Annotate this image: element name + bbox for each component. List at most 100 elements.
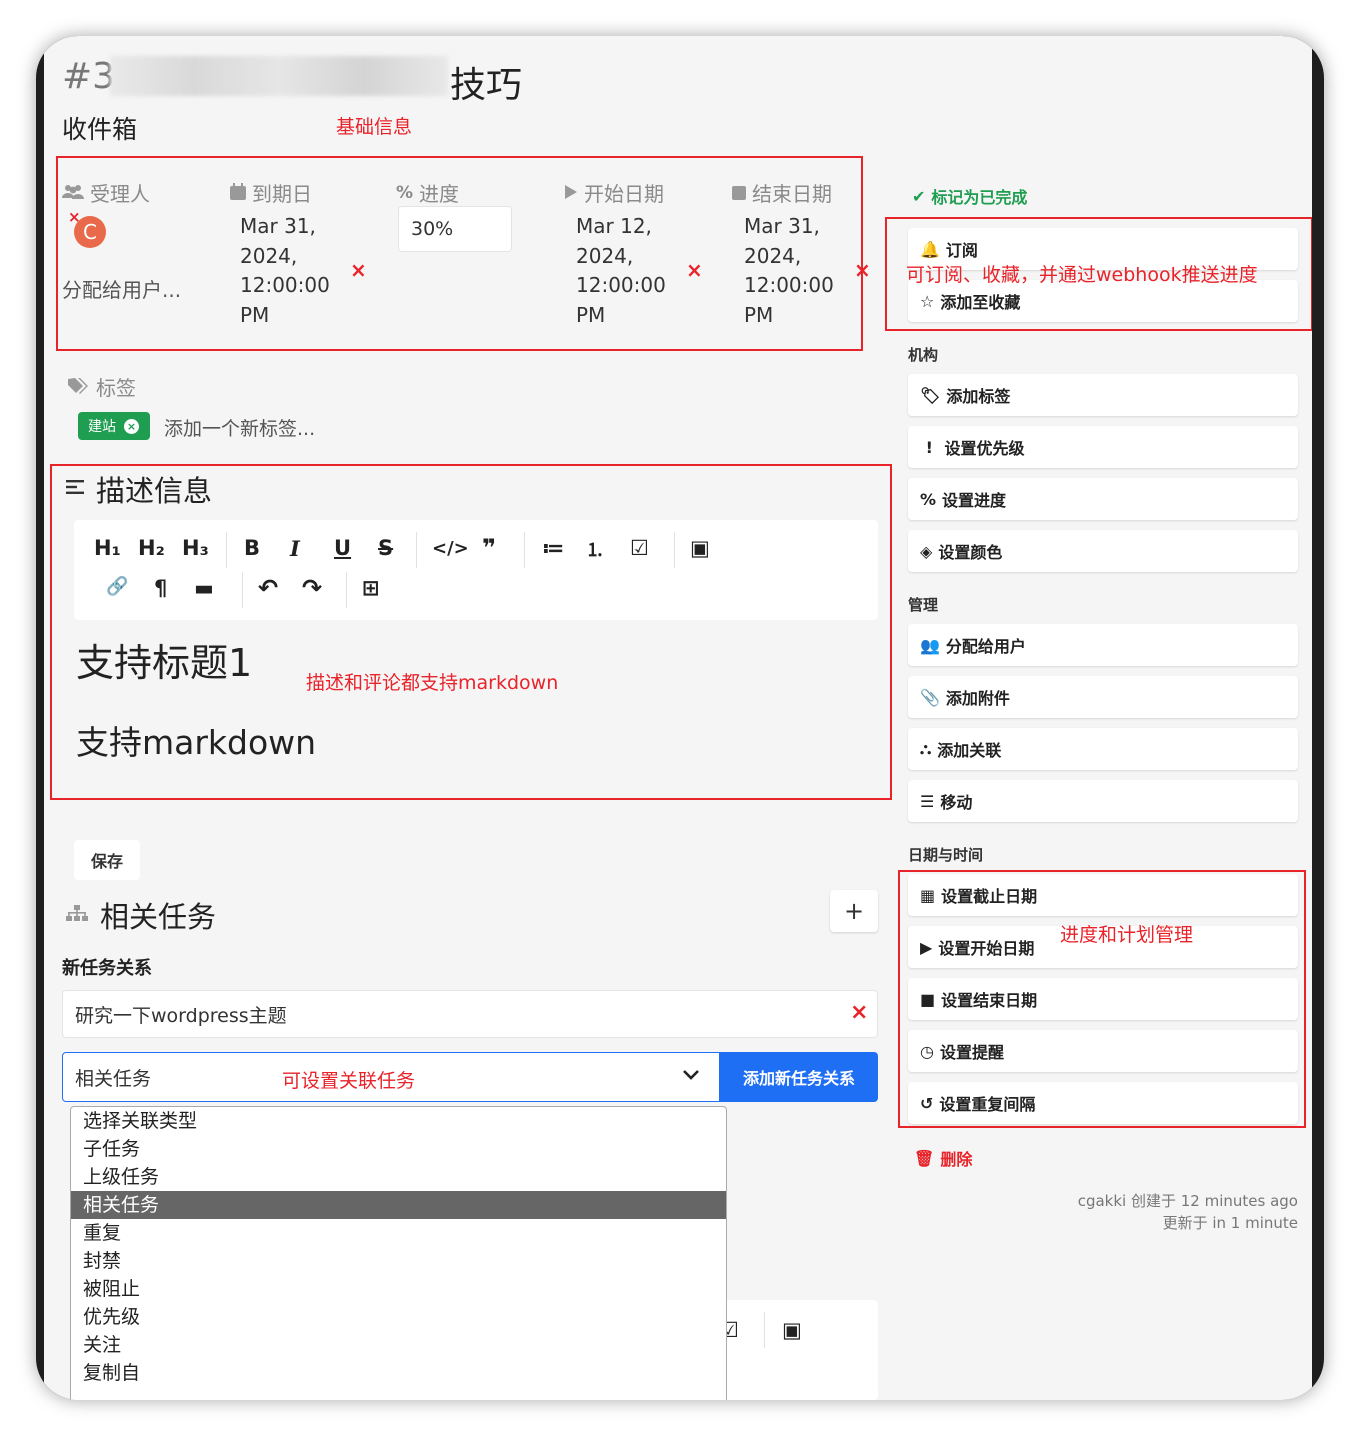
tag-icon: 🏷 [920, 385, 941, 405]
task-search-value: 研究一下wordpress主题 [75, 1004, 287, 1027]
labels-heading: 标签 [68, 372, 136, 401]
blurred-title [110, 56, 448, 96]
mark-done-button[interactable]: ✔ 标记为已完成 [912, 184, 1027, 208]
relation-option[interactable]: 复制自 [71, 1359, 726, 1387]
set-reminder-button[interactable]: ◷ 设置提醒 [908, 1030, 1298, 1072]
paragraph-button[interactable]: ¶ [154, 576, 167, 600]
task-detail-page: #3 技巧 收件箱 基础信息 受理人 C × 分配给用户... 到期日 Mar … [44, 36, 1312, 1400]
relation-option[interactable]: 被阻止 [71, 1275, 726, 1303]
code-button[interactable]: </> [432, 538, 469, 559]
start-value[interactable]: Mar 12, 2024, 12:00:00 PM [576, 212, 666, 330]
progress-input[interactable]: 30% [398, 206, 512, 252]
add-relation-label: 添加关联 [937, 741, 1002, 760]
due-label: 到期日 [252, 182, 312, 206]
remove-assignee-icon[interactable]: × [68, 208, 81, 226]
relation-option[interactable]: 上级任务 [71, 1163, 726, 1191]
stop-icon [732, 181, 746, 205]
heading3-button[interactable]: H₃ [182, 536, 209, 560]
task-list-button[interactable]: ☑ [630, 536, 649, 560]
end-value[interactable]: Mar 31, 2024, 12:00:00 PM [744, 212, 834, 330]
clear-due-icon[interactable]: × [350, 258, 367, 282]
assign-user-label: 分配给用户 [945, 637, 1026, 656]
progress-label: 进度 [419, 182, 460, 206]
editor-paragraph[interactable]: 支持markdown [76, 716, 316, 764]
bullet-list-button[interactable]: ≔ [542, 536, 564, 560]
link-button[interactable]: 🔗 [106, 576, 128, 597]
move-button[interactable]: ☰ 移动 [908, 780, 1298, 822]
table-button[interactable]: ⊞ [362, 576, 380, 600]
image-button[interactable]: ▣ [782, 1318, 802, 1342]
add-label-button[interactable]: 🏷 添加标签 [908, 374, 1298, 416]
set-due-button[interactable]: ▦ 设置截止日期 [908, 874, 1298, 916]
task-title[interactable]: 技巧 [450, 56, 522, 108]
set-end-button[interactable]: ■ 设置结束日期 [908, 978, 1298, 1020]
undo-button[interactable]: ↶ [258, 574, 278, 602]
assign-user-input[interactable]: 分配给用户... [62, 274, 181, 303]
relation-type-value: 相关任务 [75, 1067, 152, 1090]
set-color-button[interactable]: ◈ 设置颜色 [908, 530, 1298, 572]
italic-button[interactable]: I [290, 536, 300, 561]
assign-user-button[interactable]: 👥 分配给用户 [908, 624, 1298, 666]
add-relation-sidebar-button[interactable]: ⛬ 添加关联 [908, 728, 1298, 770]
project-name[interactable]: 收件箱 [62, 110, 137, 146]
relation-option[interactable]: 选择关联类型 [71, 1107, 726, 1135]
add-label-input[interactable]: 添加一个新标签... [164, 414, 315, 441]
horizontal-rule-button[interactable]: ▬ [194, 576, 214, 600]
set-progress-button[interactable]: % 设置进度 [908, 478, 1298, 520]
created-info: cgakki 创建于 12 minutes ago [1077, 1192, 1298, 1210]
percent-icon: % [920, 489, 937, 509]
add-relation-button[interactable]: 添加新任务关系 [720, 1052, 878, 1102]
clear-task-icon[interactable]: × [850, 1000, 868, 1025]
clear-start-icon[interactable]: × [686, 258, 703, 282]
screenshot-frame: #3 技巧 收件箱 基础信息 受理人 C × 分配给用户... 到期日 Mar … [0, 0, 1360, 1436]
image-button[interactable]: ▣ [690, 536, 710, 560]
annotation-schedule: 进度和计划管理 [1060, 924, 1194, 946]
favorite-label: 添加至收藏 [940, 293, 1021, 312]
toolbar-divider [416, 532, 417, 568]
task-search-input[interactable]: 研究一下wordpress主题 [62, 990, 878, 1038]
chevron-down-icon[interactable] [682, 1066, 700, 1085]
save-button[interactable]: 保存 [74, 840, 140, 880]
editor-toolbar: H₁ H₂ H₃ B I U S </> ❞ ≔ ⒈ ☑ ▣ 🔗 ¶ ▬ ↶ ↷… [74, 520, 878, 620]
editor-heading1[interactable]: 支持标题1 [76, 632, 252, 687]
relation-option[interactable]: 重复 [71, 1219, 726, 1247]
relation-option-selected[interactable]: 相关任务 [71, 1191, 726, 1219]
toolbar-divider [524, 532, 525, 568]
set-progress-label: 设置进度 [942, 491, 1007, 510]
clear-end-icon[interactable]: × [854, 258, 871, 282]
redo-button[interactable]: ↷ [302, 574, 322, 602]
delete-button[interactable]: 🗑 删除 [914, 1146, 972, 1170]
history-icon: ↺ [920, 1093, 934, 1113]
relation-option[interactable]: 关注 [71, 1331, 726, 1359]
relation-option[interactable]: 优先级 [71, 1303, 726, 1331]
label-tag[interactable]: 建站 × [78, 412, 150, 440]
annotation-markdown: 描述和评论都支持markdown [306, 672, 559, 694]
percent-icon: % [396, 182, 414, 203]
set-priority-button[interactable]: ! 设置优先级 [908, 426, 1298, 468]
related-title: 相关任务 [100, 900, 217, 934]
subscribe-label: 订阅 [945, 241, 978, 260]
end-label: 结束日期 [752, 182, 832, 206]
play-icon: ▶ [920, 937, 933, 957]
relation-option[interactable]: 封禁 [71, 1247, 726, 1275]
heading2-button[interactable]: H₂ [138, 536, 165, 560]
ordered-list-button[interactable]: ⒈ [586, 536, 604, 562]
add-label-label: 添加标签 [946, 387, 1011, 406]
strikethrough-button[interactable]: S [378, 536, 393, 560]
toolbar-divider [242, 572, 243, 608]
quote-button[interactable]: ❞ [482, 534, 496, 562]
bold-button[interactable]: B [244, 536, 260, 560]
toolbar-divider [226, 532, 227, 568]
set-repeat-button[interactable]: ↺ 设置重复间隔 [908, 1082, 1298, 1124]
heading1-button[interactable]: H₁ [94, 536, 121, 560]
underline-button[interactable]: U [334, 536, 351, 560]
calendar-icon [230, 181, 246, 205]
paperclip-icon: 📎 [920, 687, 940, 707]
tags-icon [68, 375, 90, 399]
remove-tag-icon[interactable]: × [124, 418, 139, 434]
relation-option[interactable]: 子任务 [71, 1135, 726, 1163]
relation-type-dropdown[interactable]: 选择关联类型 子任务 上级任务 相关任务 重复 封禁 被阻止 优先级 关注 复制… [70, 1106, 727, 1400]
add-relation-plus-button[interactable]: + [830, 890, 878, 932]
due-value[interactable]: Mar 31, 2024, 12:00:00 PM [240, 212, 330, 330]
add-attachment-button[interactable]: 📎 添加附件 [908, 676, 1298, 718]
